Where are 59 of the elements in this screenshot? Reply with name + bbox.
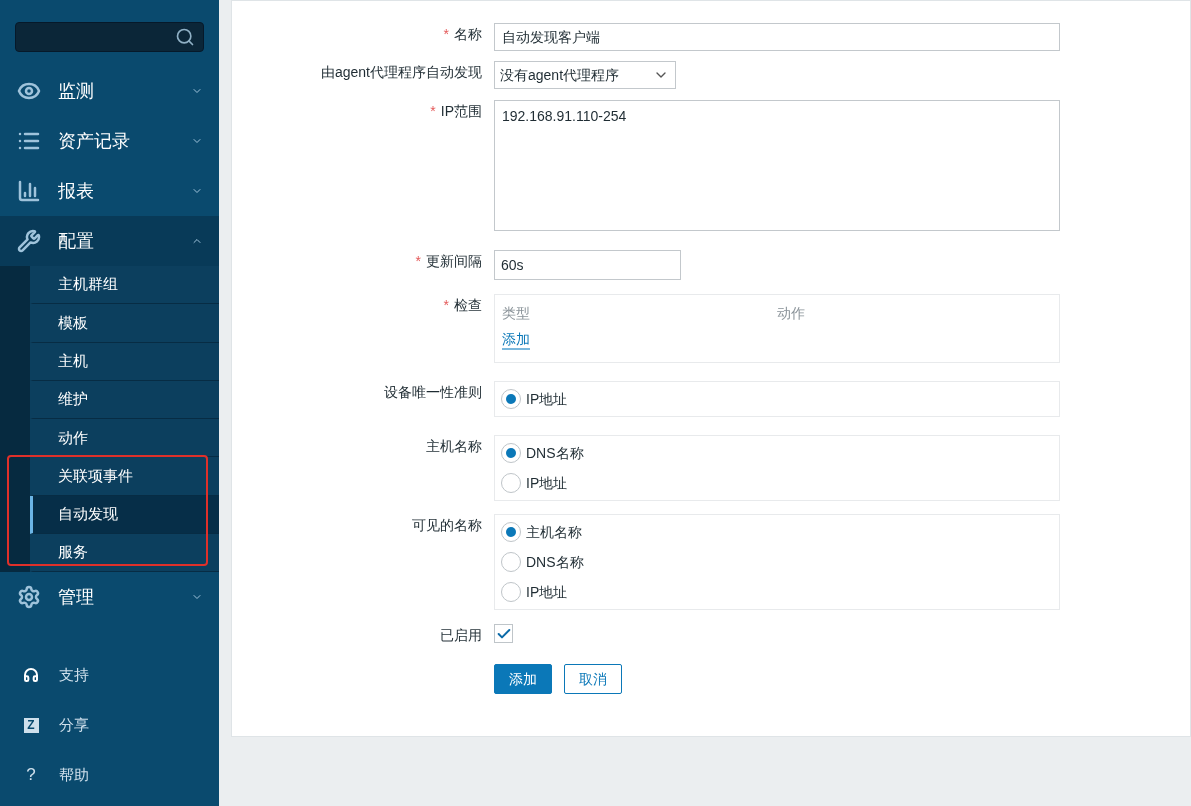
chart-icon	[17, 179, 41, 203]
cancel-button[interactable]: 取消	[564, 664, 622, 694]
menu-item[interactable]: 监测	[0, 66, 219, 116]
radio-label: IP地址	[526, 582, 568, 602]
field-label: * IP范围	[429, 102, 483, 121]
submenu-item[interactable]: 关联项事件	[30, 457, 219, 496]
search-icon	[175, 27, 195, 47]
radio-button[interactable]	[501, 552, 521, 572]
submenu-item[interactable]: 维护	[30, 380, 219, 420]
menu-item[interactable]: 配置	[0, 216, 219, 266]
interval-field[interactable]: 60s	[494, 250, 681, 280]
field-label: 已启用	[439, 626, 483, 645]
field-label: 由agent代理程序自动发现	[319, 63, 483, 82]
ip-range-field[interactable]: 192.168.91.110-254	[494, 100, 1060, 231]
radio-button[interactable]	[501, 582, 521, 602]
footer-link[interactable]: 支持	[0, 650, 219, 700]
menu-item[interactable]: 资产记录	[0, 116, 219, 166]
add-link[interactable]: 添加	[502, 330, 530, 350]
wrench-icon	[17, 229, 41, 253]
radio-button[interactable]	[501, 389, 521, 409]
enabled-checkbox[interactable]	[494, 624, 513, 643]
radio-button[interactable]	[501, 443, 521, 463]
radio-label: IP地址	[526, 473, 568, 493]
footer-link[interactable]: ? 帮助	[0, 750, 219, 800]
submenu-item[interactable]: 自动发现	[30, 495, 219, 535]
required-mark: *	[415, 253, 421, 269]
search-field[interactable]	[15, 22, 204, 52]
field-label: * 检查	[442, 296, 483, 315]
menu-item[interactable]: 报表	[0, 166, 219, 216]
required-mark: *	[443, 297, 449, 313]
proxy-select[interactable]: 没有agent代理程序	[494, 61, 676, 89]
required-mark: *	[430, 103, 436, 119]
submenu-item[interactable]: 模板	[30, 304, 219, 343]
required-mark: *	[443, 26, 449, 42]
radio-label: DNS名称	[526, 552, 584, 572]
field-label: 设备唯一性准则	[383, 383, 483, 402]
radio-button[interactable]	[501, 522, 521, 542]
radio-label: IP地址	[526, 389, 568, 409]
submenu-item[interactable]: 动作	[30, 419, 219, 458]
radio-button[interactable]	[501, 473, 521, 493]
radio-label: 主机名称	[526, 522, 582, 542]
column-header: 动作	[777, 304, 806, 323]
share-icon: Z	[23, 717, 39, 733]
submenu-item[interactable]: 主机群组	[30, 266, 219, 305]
headset-icon	[23, 667, 39, 683]
field-label: 主机名称	[425, 437, 483, 456]
field-label: 可见的名称	[411, 516, 483, 535]
footer-link[interactable]: Z 分享	[0, 700, 219, 750]
column-header: 类型	[502, 304, 531, 323]
menu-item[interactable]: 管理	[0, 572, 219, 623]
add-button[interactable]: 添加	[494, 664, 552, 694]
submenu-item[interactable]: 服务	[30, 534, 219, 573]
field-label: * 更新间隔	[414, 252, 483, 271]
help-icon: ?	[26, 762, 36, 788]
gear-icon	[17, 585, 41, 610]
field-label: * 名称	[442, 25, 483, 44]
name-field[interactable]: 自动发现客户端	[494, 23, 1060, 51]
submenu-item[interactable]: 主机	[30, 342, 219, 381]
radio-label: DNS名称	[526, 443, 584, 463]
